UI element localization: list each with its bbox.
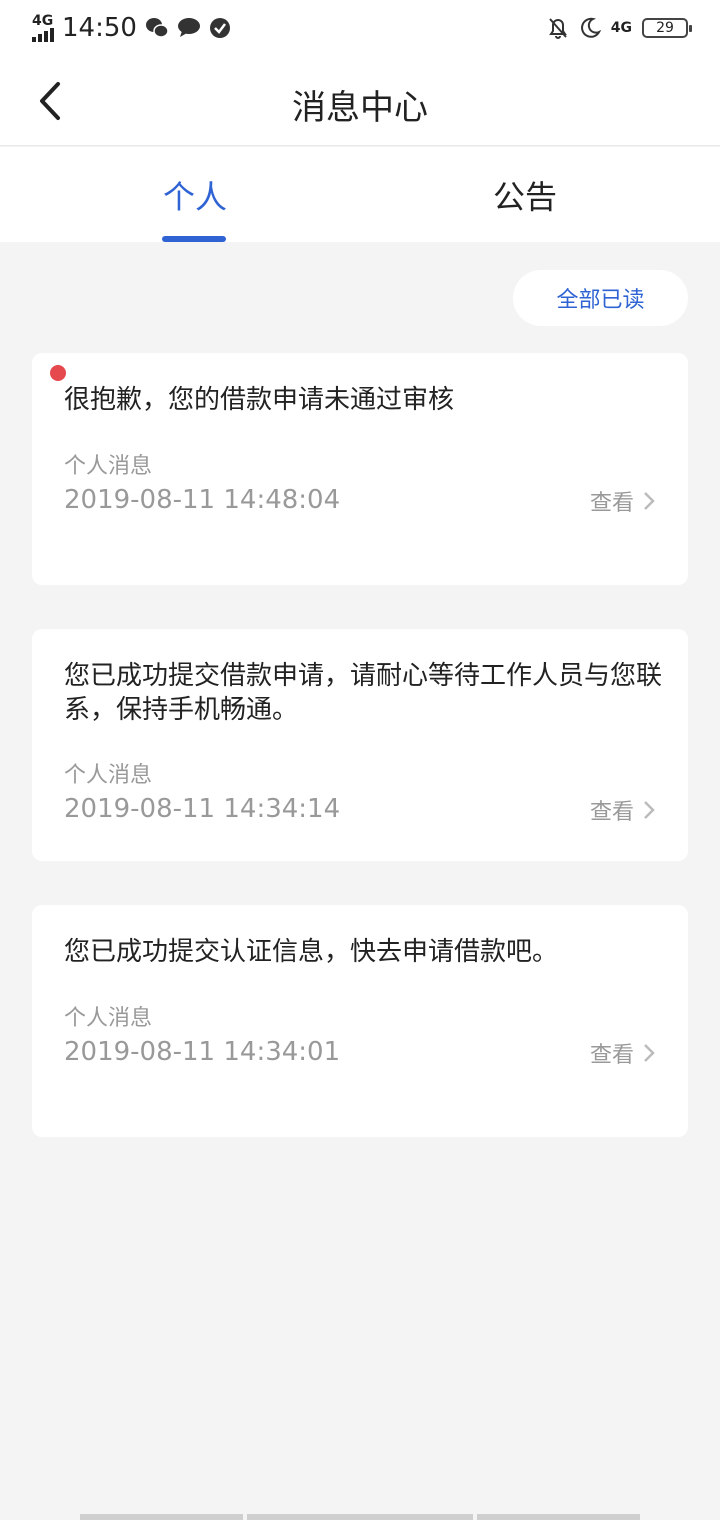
message-bubble-icon [177,18,200,37]
message-title: 您已成功提交认证信息，快去申请借款吧。 [64,937,559,967]
status-right: 4G 29 [547,16,692,40]
page-title: 消息中心 [292,88,428,128]
view-label: 查看 [589,491,634,516]
message-time: 2019-08-11 14:48:04 [64,485,341,515]
chevron-right-icon [644,1044,655,1062]
message-time: 2019-08-11 14:34:14 [64,794,341,824]
view-link[interactable]: 查看 [590,794,656,826]
status-time: 14:50 [62,13,137,43]
tab-personal[interactable]: 个人 [0,147,360,242]
message-card[interactable]: 您已成功提交借款申请，请耐心等待工作人员与您联系，保持手机畅通。 个人消息 20… [32,629,688,861]
message-category: 个人消息 [64,763,153,788]
message-title: 很抱歉，您的借款申请未通过审核 [64,385,455,415]
view-link[interactable]: 查看 [590,485,656,517]
network-type-label: 4G [610,20,632,36]
bell-muted-icon [548,18,567,39]
nav-bar: 消息中心 [0,56,720,146]
unread-dot-icon [50,365,66,381]
cellular-signal-icon: 4G [32,14,54,42]
message-category: 个人消息 [64,454,153,479]
home-indicator-left [80,1514,243,1520]
mark-all-read-button[interactable]: 全部已读 [513,270,688,326]
view-label: 查看 [589,1043,634,1068]
status-left: 4G 14:50 [32,13,231,43]
tab-announcements[interactable]: 公告 [360,147,720,242]
battery-icon: 29 [642,18,692,38]
moon-icon [580,17,601,38]
message-card[interactable]: 很抱歉，您的借款申请未通过审核 个人消息 2019-08-11 14:48:04… [32,353,688,585]
chevron-right-icon [644,492,655,510]
view-label: 查看 [589,800,634,825]
home-indicator-middle [247,1514,473,1520]
wechat-icon [145,18,169,38]
message-card[interactable]: 您已成功提交认证信息，快去申请借款吧。 个人消息 2019-08-11 14:3… [32,905,688,1137]
home-indicator-right [477,1514,640,1520]
status-bar: 4G 14:50 4G 29 [0,0,720,56]
chevron-right-icon [644,801,655,819]
check-circle-icon [209,18,230,38]
battery-level: 29 [656,20,674,36]
message-title: 您已成功提交借款申请，请耐心等待工作人员与您联系，保持手机畅通。 [64,661,663,725]
tab-bar: 个人 公告 [0,147,720,242]
message-category: 个人消息 [64,1006,153,1031]
message-time: 2019-08-11 14:34:01 [64,1037,341,1067]
view-link[interactable]: 查看 [590,1037,656,1069]
